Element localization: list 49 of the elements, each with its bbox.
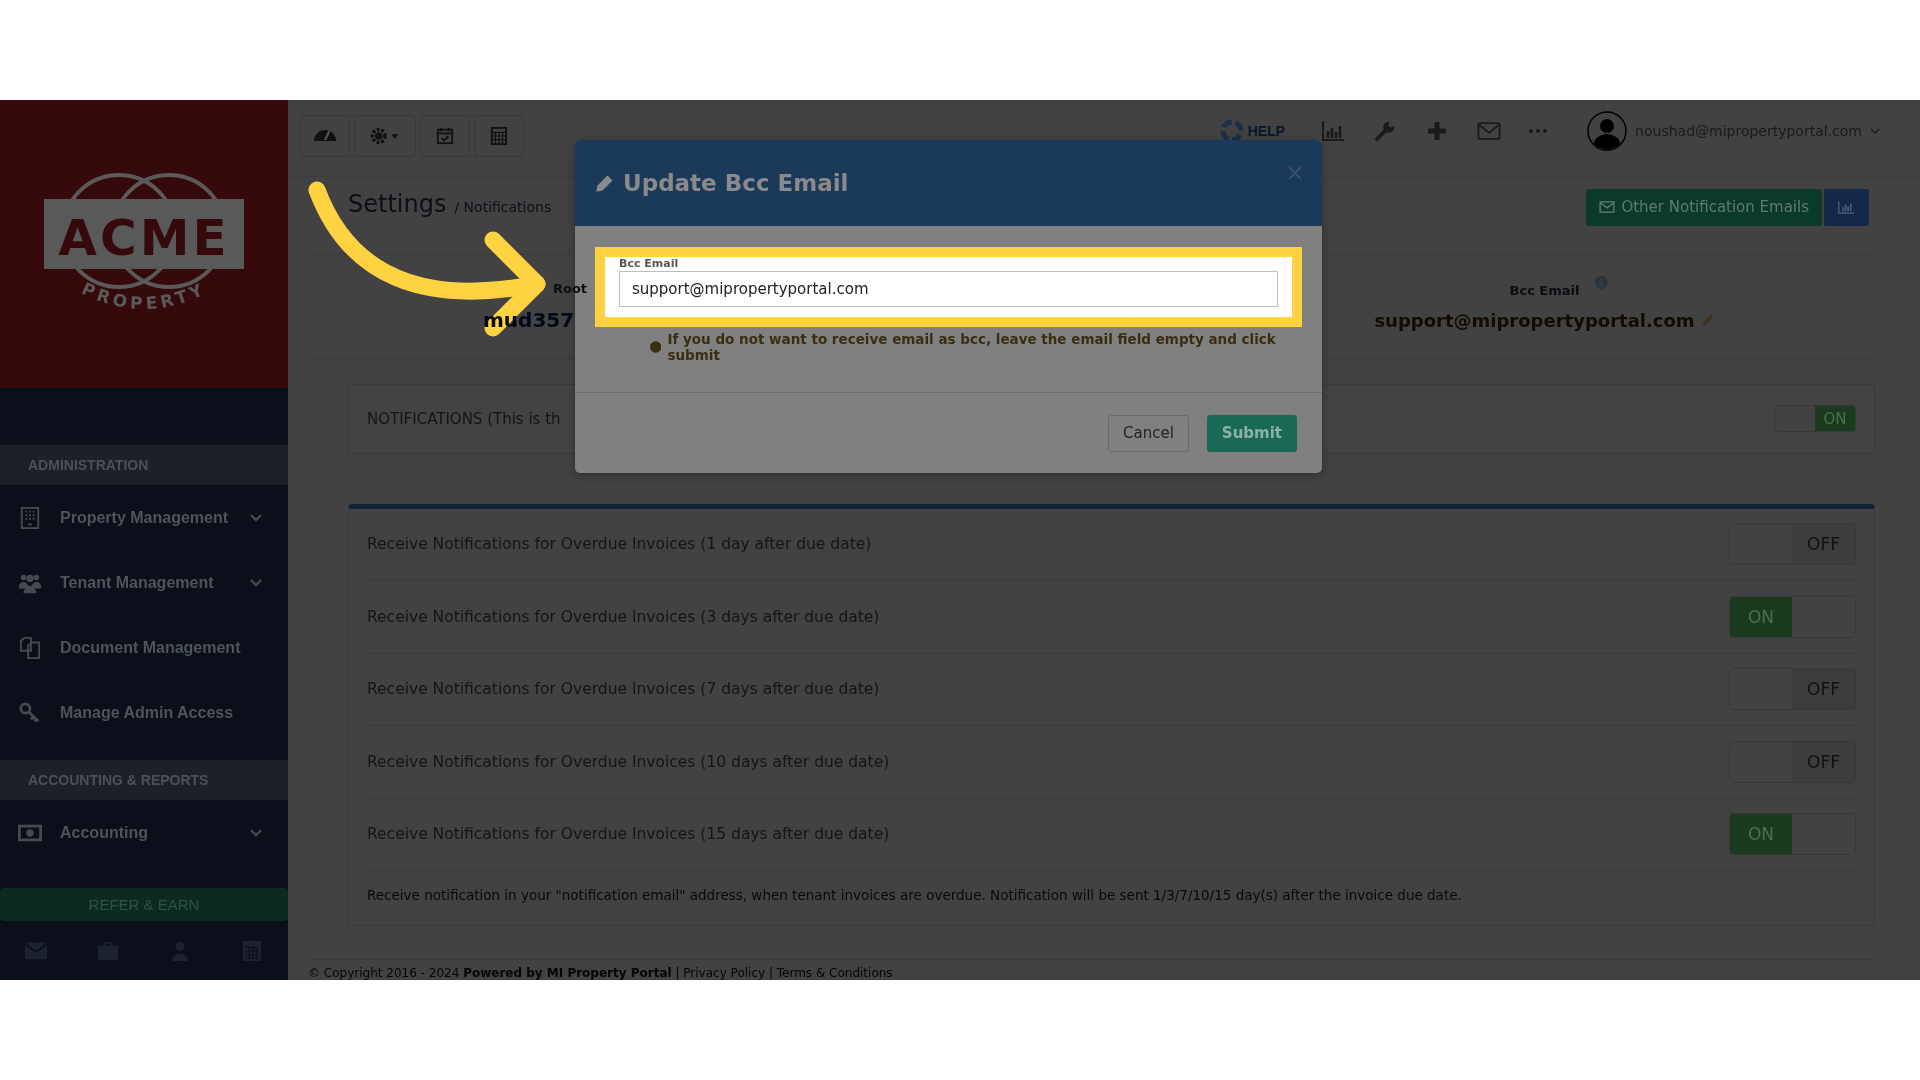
logo: ACME PROPERTY: [0, 100, 288, 388]
chevron-icon: [250, 578, 262, 587]
sidebar-item[interactable]: Accounting: [0, 800, 288, 865]
mail-icon: [1599, 201, 1616, 213]
footer-text: © Copyright 2016 - 2024 Powered by MI Property Portal | Privacy Policy | Terms & Conditions: [308, 966, 893, 980]
chevron-icon: [250, 828, 262, 837]
settings-icon: [369, 126, 401, 145]
toolbar-button[interactable]: [300, 114, 350, 157]
sidebar-item[interactable]: Document Management: [0, 615, 288, 680]
bcc-email-field[interactable]: support@mipropertyportal.com: [619, 271, 1278, 307]
nav-button[interactable]: [1321, 119, 1346, 142]
bar-chart-icon: [1321, 119, 1346, 142]
modal-title: Update Bcc Email: [623, 170, 850, 196]
avatar-icon: [1587, 110, 1628, 151]
help-text: Receive notification in your "notification email" address, when tenant invoices are overdue. Notification will be sent 1/3/7/10/15 day(s) after the invoice due date.: [367, 886, 1463, 905]
nav-button[interactable]: [1477, 119, 1502, 142]
sidebar-item[interactable]: Manage Admin Access: [0, 680, 288, 745]
sidebar-item[interactable]: Tenant Management: [0, 550, 288, 615]
other-notification-emails-button[interactable]: Other Notification Emails: [1586, 188, 1822, 226]
toolbar-button[interactable]: [354, 114, 416, 157]
close-icon[interactable]: [1288, 166, 1302, 180]
key-icon: [18, 701, 42, 724]
chevron-icon: [1870, 127, 1880, 134]
documents-icon: [18, 636, 42, 659]
sidebar-item[interactable]: Property Management: [0, 485, 288, 550]
more-icon: [1529, 128, 1548, 133]
breadcrumb: / Notifications: [454, 198, 552, 215]
calendar-icon: [435, 126, 455, 145]
report-button[interactable]: [1824, 188, 1869, 226]
cancel-button[interactable]: Cancel: [1108, 414, 1189, 452]
gauge-icon: [314, 130, 336, 142]
hint-text: If you do not want to receive email as bcc, leave the email field empty and click submit: [667, 331, 1277, 363]
bcc-email-value: support@mipropertyportal.com: [1374, 309, 1695, 331]
submit-button[interactable]: Submit: [1206, 414, 1297, 452]
calculator-icon: [489, 126, 509, 145]
lifebuoy-icon: [1219, 118, 1244, 143]
toolbar-button[interactable]: [420, 114, 470, 157]
mail-icon: [1477, 119, 1502, 142]
pencil-icon: [595, 173, 615, 193]
bar-chart-icon: [1838, 200, 1855, 214]
bcc-email-label: Bcc Email: [1509, 282, 1580, 298]
pencil-icon[interactable]: [1700, 313, 1715, 327]
nav-button[interactable]: [1529, 128, 1548, 133]
building-icon: [18, 506, 42, 529]
toolbar-button[interactable]: [474, 114, 524, 157]
help-button[interactable]: HELP: [1219, 118, 1286, 143]
field-label: Bcc Email: [619, 257, 680, 271]
page-title: Settings: [348, 189, 447, 218]
chevron-icon: [250, 513, 262, 522]
